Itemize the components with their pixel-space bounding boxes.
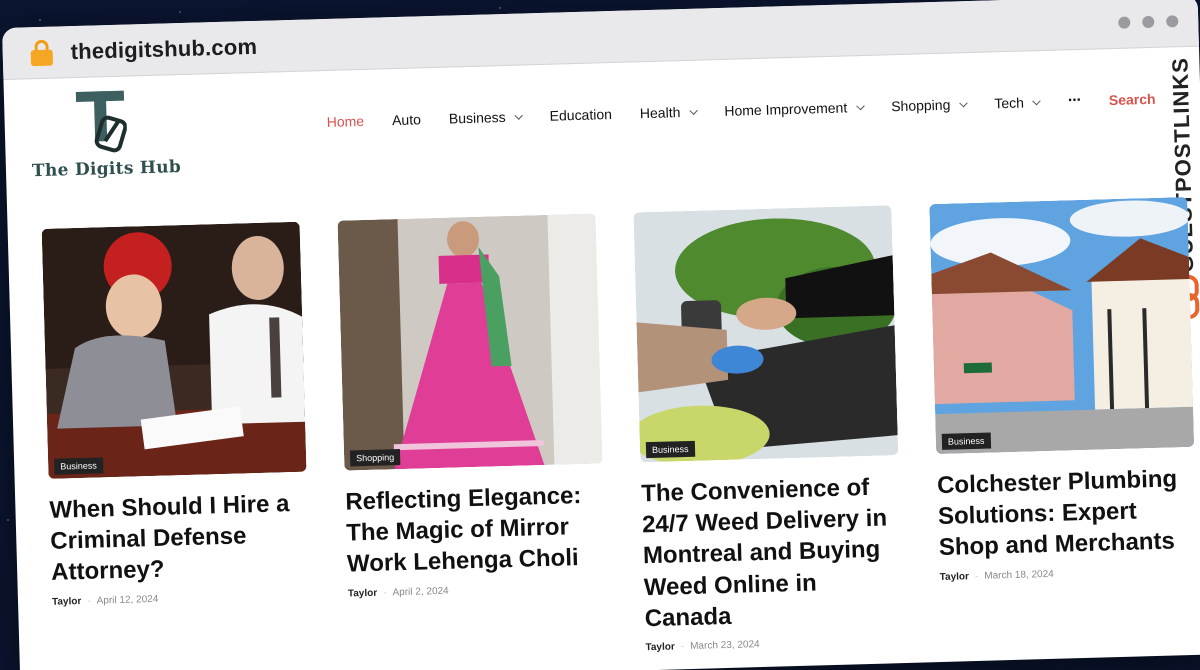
article-thumbnail[interactable]: Business: [41, 221, 307, 479]
nav-label: Home Improvement: [724, 99, 848, 119]
search-link[interactable]: Search: [1109, 91, 1156, 108]
nav-item-shopping[interactable]: Shopping: [890, 96, 968, 115]
article-date: April 2, 2024: [392, 585, 449, 598]
nav-label: Tech: [994, 94, 1025, 112]
article-meta: Taylor - March 18, 2024: [940, 564, 1198, 582]
article-meta: Taylor - April 2, 2024: [348, 581, 606, 599]
nav-item-business[interactable]: Business: [448, 108, 523, 127]
category-badge[interactable]: Business: [54, 457, 104, 475]
nav-label: Health: [639, 104, 681, 122]
lock-icon: [30, 39, 54, 66]
article-card[interactable]: Business Colchester Plumbing Solutions: …: [929, 196, 1199, 645]
nav-label: Home: [326, 112, 365, 130]
article-card[interactable]: Business The Convenience of 24/7 Weed De…: [633, 205, 903, 653]
window-dot-icon[interactable]: [1118, 15, 1131, 29]
article-thumbnail[interactable]: Business: [633, 205, 899, 463]
article-title[interactable]: When Should I Hire a Criminal Defense At…: [49, 488, 310, 589]
category-badge[interactable]: Business: [941, 432, 991, 450]
window-controls: [1118, 14, 1179, 29]
nav-item-more[interactable]: ···: [1068, 92, 1081, 110]
article-title[interactable]: Reflecting Elegance: The Magic of Mirror…: [345, 479, 606, 580]
nav-item-tech[interactable]: Tech: [994, 94, 1042, 112]
logo-mark-icon: [75, 90, 128, 153]
nav-label: Auto: [391, 111, 422, 129]
nav-item-education[interactable]: Education: [549, 106, 612, 124]
article-title[interactable]: The Convenience of 24/7 Weed Delivery in…: [641, 471, 903, 634]
chevron-down-icon: [959, 98, 968, 107]
nav-label: Shopping: [890, 96, 951, 115]
meta-separator: -: [87, 595, 91, 607]
article-date: April 12, 2024: [96, 593, 159, 607]
main-nav: Home Auto Business Education Health Home…: [326, 89, 1200, 131]
nav-label: Business: [448, 108, 506, 127]
nav-item-auto[interactable]: Auto: [392, 111, 421, 128]
search-label: Search: [1108, 90, 1156, 109]
site-logo[interactable]: The Digits Hub: [30, 87, 183, 187]
article-thumbnail[interactable]: Business: [929, 196, 1195, 455]
meta-separator: -: [680, 641, 685, 653]
article-title[interactable]: Colchester Plumbing Solutions: Expert Sh…: [937, 463, 1198, 564]
chevron-down-icon: [1032, 96, 1042, 105]
url-text[interactable]: thedigitshub.com: [70, 33, 257, 64]
logo-text: The Digits Hub: [31, 157, 182, 182]
nav-item-health[interactable]: Health: [639, 104, 698, 122]
category-badge[interactable]: Shopping: [349, 449, 401, 467]
browser-window: thedigitshub.com The Digits Hub Home Aut…: [2, 0, 1200, 670]
nav-item-home[interactable]: Home: [327, 113, 365, 130]
article-author[interactable]: Taylor: [52, 596, 82, 608]
article-author[interactable]: Taylor: [348, 587, 378, 599]
chevron-down-icon: [689, 105, 698, 115]
attorney-meeting-image: [41, 221, 307, 479]
meta-separator: -: [383, 587, 387, 599]
article-grid: Business When Should I Hire a Criminal D…: [41, 196, 1200, 670]
colchester-street-image: [929, 196, 1195, 455]
window-dot-icon[interactable]: [1142, 15, 1155, 28]
website: The Digits Hub Home Auto Business Educat…: [3, 47, 1200, 670]
window-dot-icon[interactable]: [1166, 14, 1179, 27]
more-icon: ···: [1067, 91, 1082, 110]
meta-separator: -: [974, 570, 979, 582]
article-author[interactable]: Taylor: [645, 641, 675, 653]
cannabis-purchase-image: [633, 205, 899, 463]
chevron-down-icon: [514, 110, 523, 120]
nav-label: Education: [549, 106, 613, 124]
article-meta: Taylor - April 12, 2024: [52, 589, 310, 607]
article-thumbnail[interactable]: Shopping: [337, 213, 603, 471]
article-card[interactable]: Shopping Reflecting Elegance: The Magic …: [337, 213, 608, 662]
nav-item-home-improvement[interactable]: Home Improvement: [724, 99, 865, 119]
lehenga-dress-image: [337, 213, 603, 471]
article-meta: Taylor - March 23, 2024: [645, 635, 903, 653]
chevron-down-icon: [855, 101, 865, 110]
article-card[interactable]: Business When Should I Hire a Criminal D…: [41, 221, 312, 670]
category-badge[interactable]: Business: [645, 440, 695, 459]
article-date: March 23, 2024: [690, 639, 760, 652]
article-date: March 18, 2024: [984, 568, 1054, 582]
article-author[interactable]: Taylor: [940, 571, 970, 583]
